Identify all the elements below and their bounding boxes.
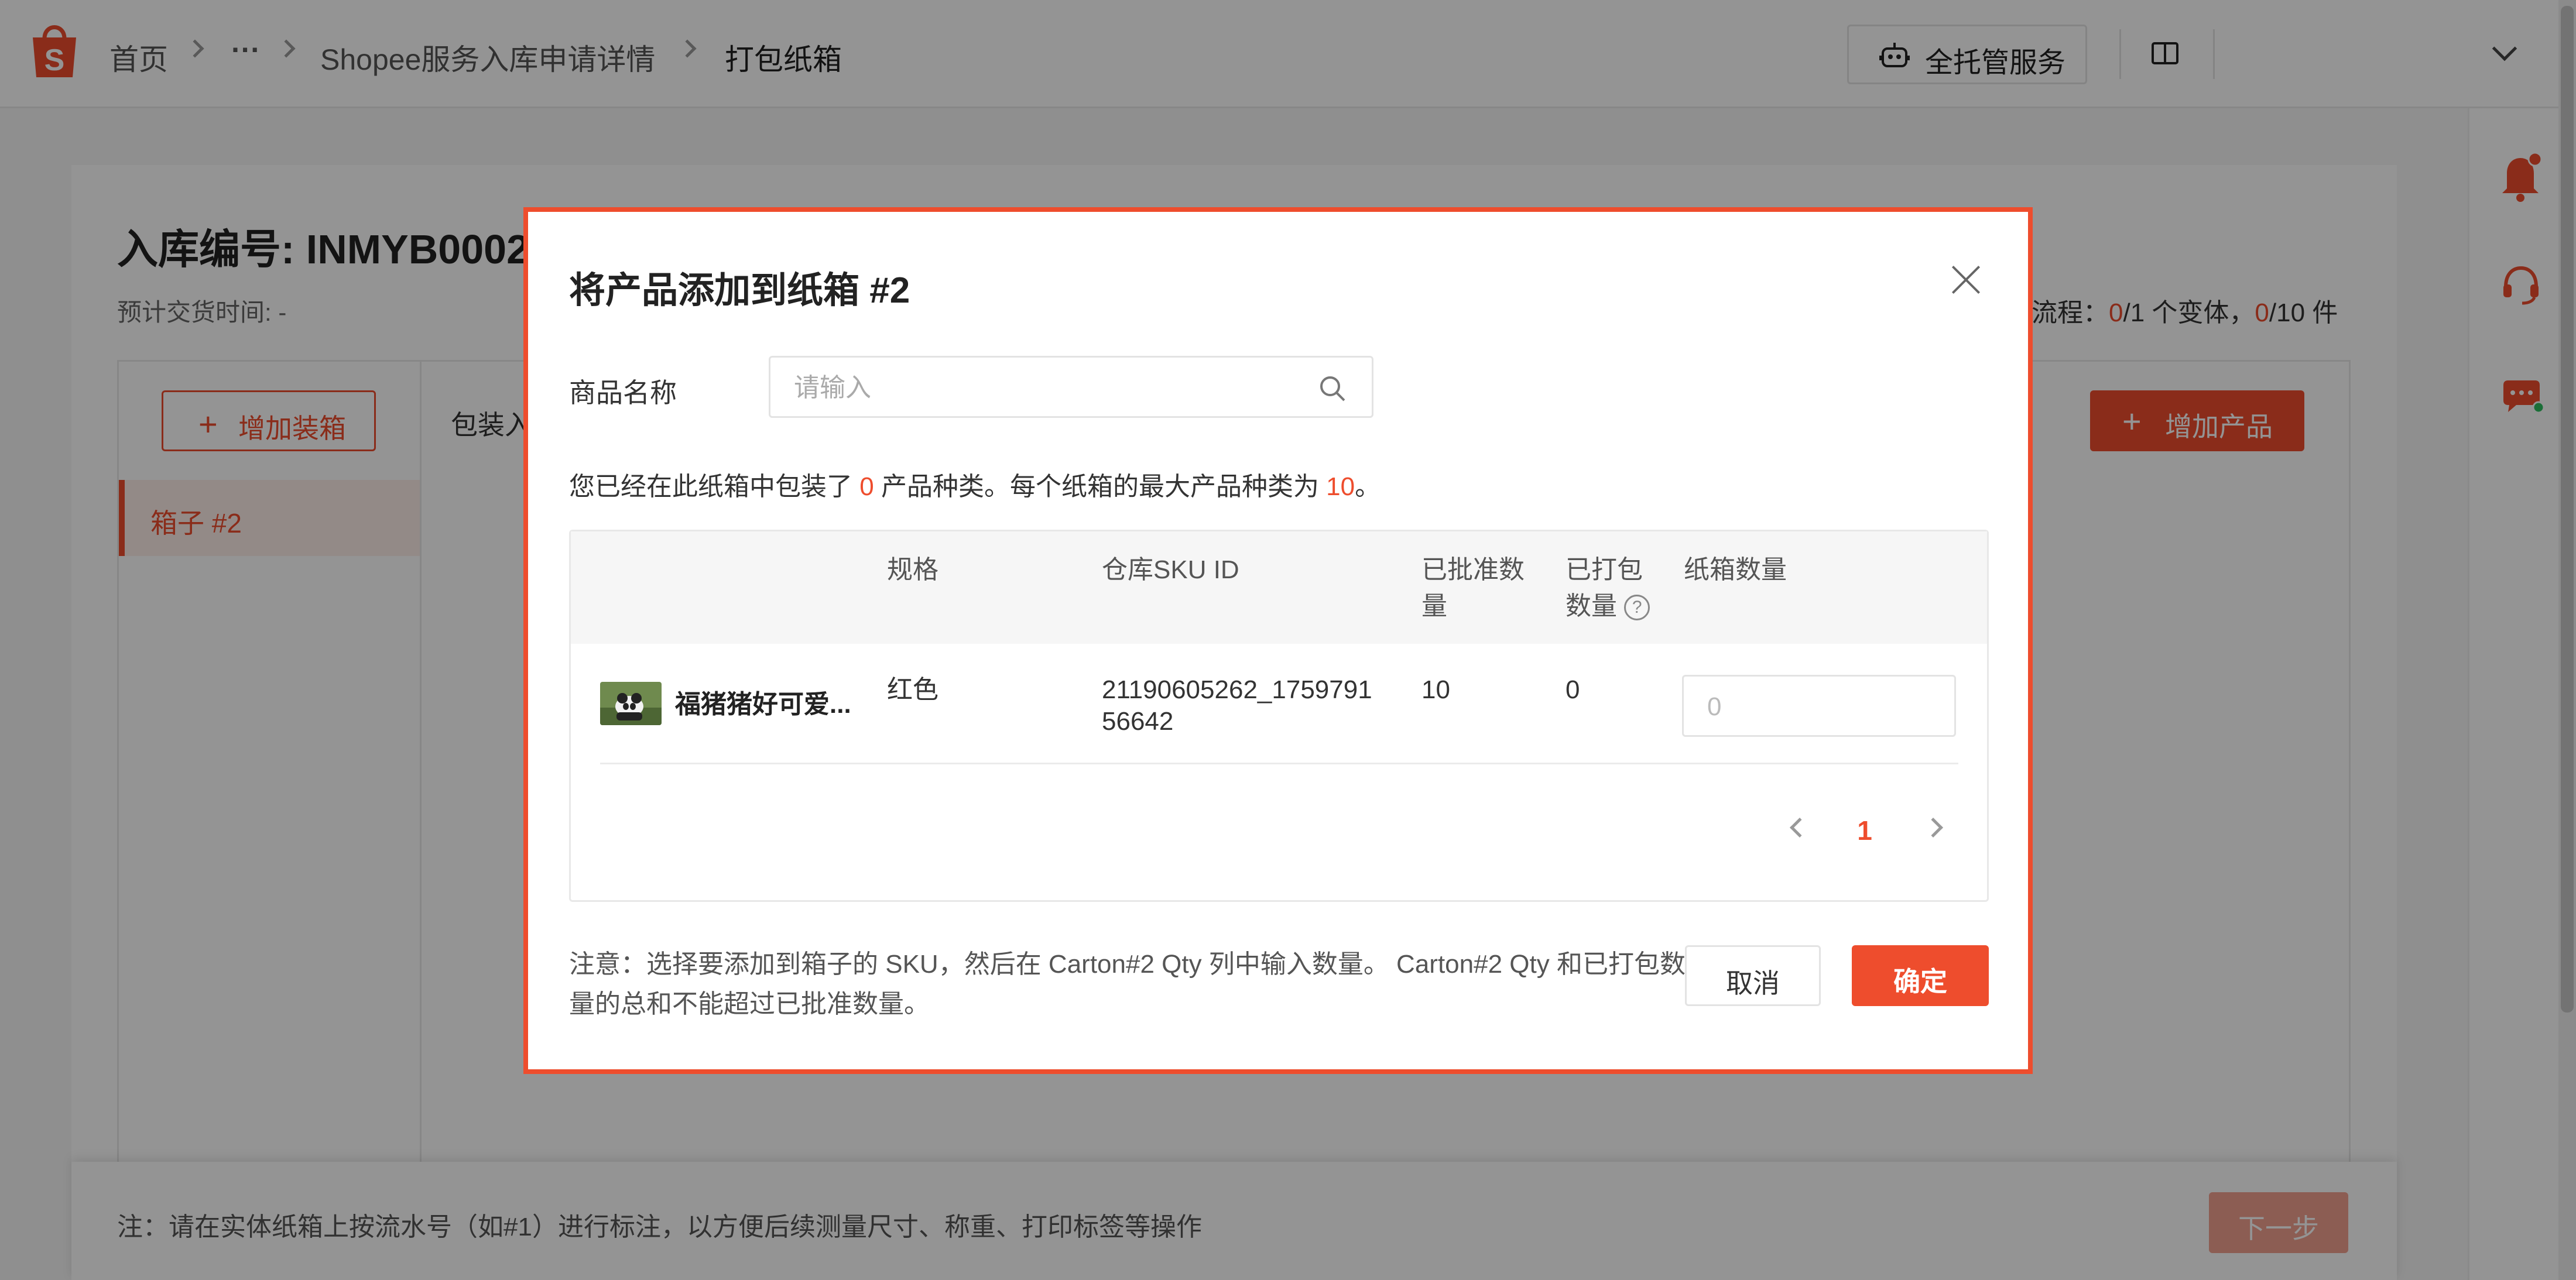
packed-quantity: 0 (1566, 675, 1580, 704)
product-name: 福猪猪好可爱... (675, 690, 851, 719)
modal-note: 注意：选择要添加到箱子的 SKU，然后在 Carton#2 Qty 列中输入数量… (569, 950, 1686, 1018)
column-header-carton-qty: 纸箱数量 (1684, 555, 1787, 584)
cancel-button[interactable]: 取消 (1685, 945, 1821, 1006)
carton-qty-field (1682, 675, 1956, 737)
search-input[interactable] (794, 372, 1309, 404)
packing-info-text: 您已经在此纸箱中包装了 0 产品种类。每个纸箱的最大产品种类为 10。 (569, 472, 1381, 501)
product-name-label: 商品名称 (569, 378, 677, 408)
column-header-packed: 已打包 数量 ? (1566, 552, 1650, 624)
help-icon[interactable]: ? (1624, 595, 1650, 621)
approved-quantity: 10 (1421, 675, 1450, 704)
close-icon[interactable] (1950, 263, 1982, 296)
column-header-approved: 已批准数 量 (1421, 555, 1525, 620)
product-spec: 红色 (887, 675, 938, 704)
column-header-spec: 规格 (887, 555, 938, 584)
confirm-button[interactable]: 确定 (1852, 945, 1989, 1006)
carton-qty-input[interactable] (1707, 691, 1930, 723)
column-header-sku: 仓库SKU ID (1102, 555, 1239, 584)
product-sku: 21190605262_1759791 56642 (1102, 675, 1372, 736)
product-thumbnail (600, 682, 662, 725)
modal-title: 将产品添加到纸箱 #2 (569, 270, 910, 311)
row-divider (600, 763, 1958, 764)
search-icon[interactable] (1318, 374, 1347, 403)
pagination-current-page[interactable]: 1 (1850, 815, 1879, 846)
product-search-field (769, 356, 1373, 418)
